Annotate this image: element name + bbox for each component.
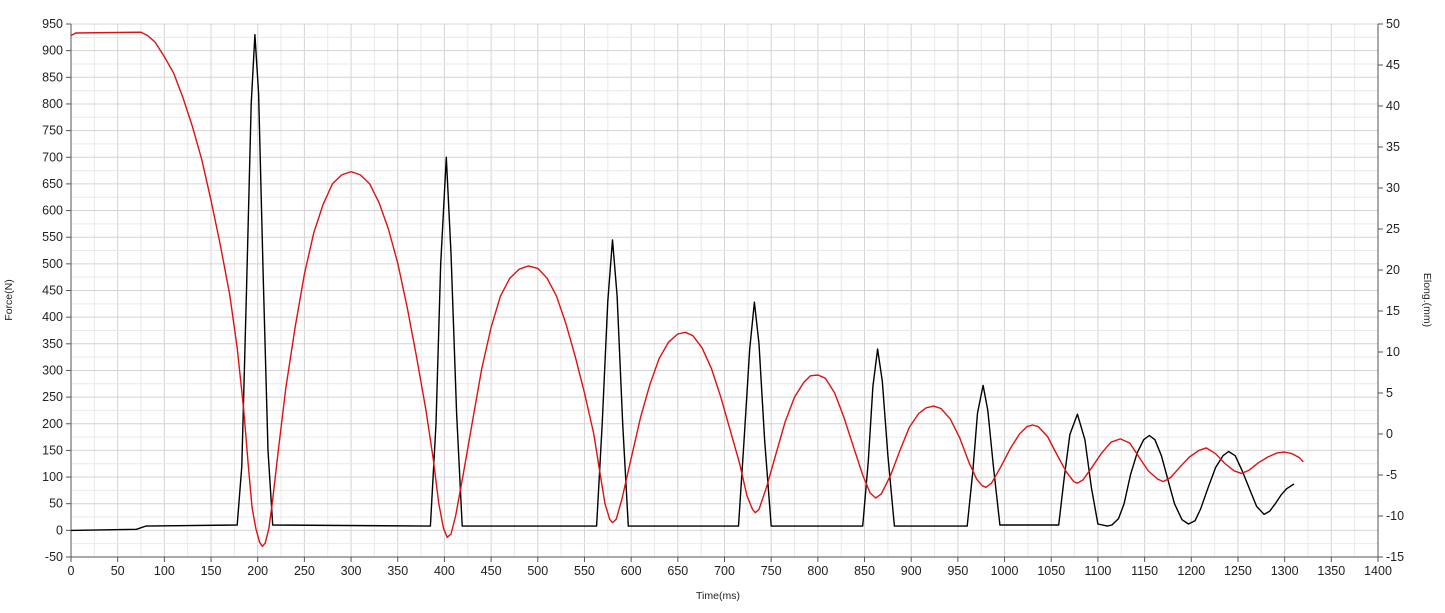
y-tick-label: 900 [42,44,63,58]
y2-tick-label: 10 [1386,345,1400,359]
y2-tick-label: 50 [1386,17,1400,31]
y2-tick-label: 25 [1386,222,1400,236]
y-tick-label: 500 [42,257,63,271]
x-tick-label: 1050 [1037,564,1065,578]
y-axis-title: Force(N) [3,279,15,320]
y-tick-label: 300 [42,363,63,377]
x-tick-label: 150 [201,564,222,578]
x-tick-label: 1150 [1131,564,1158,578]
x-tick-label: 1200 [1177,564,1205,578]
x-tick-label: 400 [434,564,455,578]
y-tick-label: 950 [42,17,63,31]
x-tick-label: 450 [481,564,502,578]
x-tick-label: 350 [387,564,408,578]
chart-container: 0 50 100 150 200 250 300 350 400 450 500 550 600 650 7… [0,0,1445,608]
x-tick-label: 850 [854,564,875,578]
y-tick-label: 600 [42,204,63,218]
x-tick-label: 650 [667,564,688,578]
y-tick-label: 850 [42,70,63,84]
x-tick-label: 500 [527,564,548,578]
y-tick-label: 400 [42,310,63,324]
y-tick-label: -50 [45,550,63,564]
y2-tick-label: 20 [1386,263,1400,277]
y-tick-label: 750 [42,124,63,138]
grid [70,23,1379,558]
y-tick-label: 50 [49,497,63,511]
y2-tick-label: 0 [1386,427,1393,441]
x-tick-label: 50 [111,564,125,578]
y-tick-label: 0 [56,523,63,537]
y2-tick-label: 45 [1386,58,1400,72]
elongation-series-line [70,31,1304,547]
y-tick-label: 250 [42,390,63,404]
x-tick-label: 800 [807,564,828,578]
y2-tick-label: 40 [1386,99,1400,113]
y2-tick-label: 35 [1386,140,1400,154]
y-tick-label: 700 [42,150,63,164]
y2-tick-label: 15 [1386,304,1400,318]
y2-axis-title: Elong.(mm) [1421,273,1433,327]
y-tick-label: 450 [42,284,63,298]
x-tick-label: 550 [574,564,595,578]
x-tick-label: 1300 [1271,564,1299,578]
x-tick-label: 1250 [1224,564,1252,578]
dual-axis-line-chart: 0 50 100 150 200 250 300 350 400 450 500 550 600 650 7… [3,17,1433,602]
x-tick-label: 1350 [1317,564,1345,578]
y-tick-label: 550 [42,230,63,244]
y2-tick-label: 5 [1386,386,1393,400]
x-tick-label: 900 [901,564,922,578]
x-tick-label: 600 [621,564,642,578]
y-tick-label: 150 [42,443,63,457]
y-tick-label: 800 [42,97,63,111]
y2-tick-label: -10 [1386,509,1404,523]
y2-tick-label: -5 [1386,468,1397,482]
x-tick-label: 700 [714,564,735,578]
y2-tick-label: -15 [1386,550,1404,564]
series-lines [70,31,1304,547]
y2-tick-label: 30 [1386,181,1400,195]
y-tick-label: 650 [42,177,63,191]
x-tick-label: 200 [247,564,268,578]
x-tick-label: 300 [341,564,362,578]
y-tick-label: 350 [42,337,63,351]
x-tick-label: 950 [947,564,968,578]
y-tick-label: 100 [42,470,63,484]
force-series-line [70,34,1295,532]
x-tick-label: 1100 [1084,564,1111,578]
x-tick-label: 1000 [991,564,1019,578]
x-tick-label: 1400 [1364,564,1392,578]
x-axis-title: Time(ms) [696,590,740,602]
x-tick-label: 750 [761,564,782,578]
x-tick-label: 250 [294,564,315,578]
x-tick-label: 0 [68,564,75,578]
x-tick-label: 100 [154,564,175,578]
y-tick-label: 200 [42,417,63,431]
